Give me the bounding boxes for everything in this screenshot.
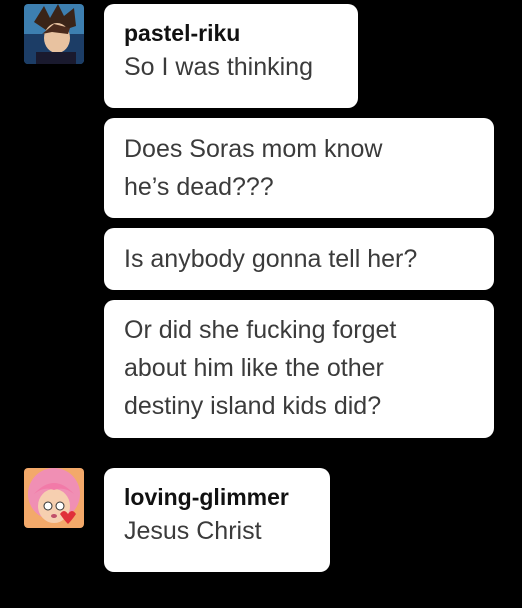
username[interactable]: pastel-riku bbox=[124, 18, 338, 48]
glimmer-avatar-icon[interactable] bbox=[24, 468, 84, 528]
message-bubble: Does Soras mom know he’s dead??? bbox=[104, 118, 494, 218]
message-bubble: pastel-riku So I was thinking bbox=[104, 4, 358, 108]
message-bubble: Or did she fucking forget about him like… bbox=[104, 300, 494, 438]
message-text: Or did she fucking forget about him like… bbox=[124, 316, 397, 420]
riku-avatar-icon[interactable] bbox=[24, 4, 84, 64]
message-text: Does Soras mom know he’s dead??? bbox=[124, 135, 383, 201]
message-bubble: Is anybody gonna tell her? bbox=[104, 228, 494, 290]
message-bubble: loving-glimmer Jesus Christ bbox=[104, 468, 330, 572]
message-text: Jesus Christ bbox=[124, 517, 262, 545]
message-text: So I was thinking bbox=[124, 53, 313, 81]
username[interactable]: loving-glimmer bbox=[124, 482, 310, 512]
message-text: Is anybody gonna tell her? bbox=[124, 245, 418, 273]
